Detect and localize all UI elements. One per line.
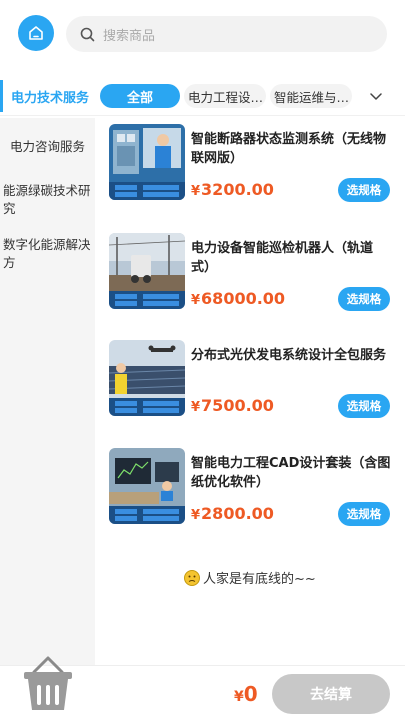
select-spec-button[interactable]: 选规格 bbox=[338, 287, 390, 311]
product-image bbox=[109, 124, 185, 200]
search-placeholder: 搜索商品 bbox=[103, 28, 156, 44]
product-item[interactable]: 智能电力工程CAD设计套装（含图纸优化软件） ¥2800.00 选规格 bbox=[95, 448, 405, 528]
sad-face-icon bbox=[184, 569, 200, 586]
chevron-down-icon[interactable] bbox=[368, 88, 384, 104]
search-icon bbox=[80, 27, 95, 41]
sidebar-item-green-carbon[interactable]: 能源绿碳技术研究 bbox=[0, 182, 95, 218]
category-bar: 电力技术服务 全部 电力工程设… 智能运维与… bbox=[0, 76, 405, 116]
list-end-text: 人家是有底线的~~ bbox=[203, 572, 316, 587]
product-name: 智能断路器状态监测系统（无线物联网版） bbox=[191, 132, 387, 166]
tab-power-engineering[interactable]: 电力工程设… bbox=[184, 84, 266, 108]
product-name: 智能电力工程CAD设计套装（含图纸优化软件） bbox=[191, 456, 391, 490]
product-image bbox=[109, 448, 185, 524]
tab-all[interactable]: 全部 bbox=[100, 84, 180, 108]
product-image bbox=[109, 340, 185, 416]
cart-total: ¥0 bbox=[234, 682, 258, 706]
cart-button[interactable] bbox=[20, 654, 76, 714]
list-end-note: 人家是有底线的~~ bbox=[184, 568, 316, 587]
category-sidebar: 电力咨询服务 能源绿碳技术研究 数字化能源解决方 bbox=[0, 118, 95, 665]
product-price: ¥7500.00 bbox=[191, 396, 274, 415]
product-price: ¥68000.00 bbox=[191, 289, 286, 308]
active-category[interactable]: 电力技术服务 bbox=[0, 80, 95, 112]
search-input[interactable]: 搜索商品 bbox=[66, 16, 387, 52]
home-icon bbox=[29, 26, 43, 40]
checkout-button[interactable]: 去结算 bbox=[272, 674, 390, 714]
product-name: 分布式光伏发电系统设计全包服务 bbox=[191, 348, 387, 363]
top-header: 搜索商品 bbox=[0, 0, 405, 68]
product-item[interactable]: 智能断路器状态监测系统（无线物联网版） ¥3200.00 选规格 bbox=[95, 124, 405, 204]
sidebar-item-digital-energy[interactable]: 数字化能源解决方 bbox=[0, 236, 95, 272]
cart-basket-icon bbox=[24, 656, 72, 710]
cart-footer: ¥0 去结算 bbox=[0, 656, 405, 720]
home-button[interactable] bbox=[18, 15, 54, 51]
product-item[interactable]: 分布式光伏发电系统设计全包服务 ¥7500.00 选规格 bbox=[95, 340, 405, 420]
sidebar-item-consulting[interactable]: 电力咨询服务 bbox=[0, 138, 95, 156]
select-spec-button[interactable]: 选规格 bbox=[338, 502, 390, 526]
tab-smart-operations[interactable]: 智能运维与… bbox=[270, 84, 352, 108]
select-spec-button[interactable]: 选规格 bbox=[338, 178, 390, 202]
select-spec-button[interactable]: 选规格 bbox=[338, 394, 390, 418]
product-price: ¥2800.00 bbox=[191, 504, 274, 523]
product-price: ¥3200.00 bbox=[191, 180, 274, 199]
product-item[interactable]: 电力设备智能巡检机器人（轨道式） ¥68000.00 选规格 bbox=[95, 233, 405, 313]
product-name: 电力设备智能巡检机器人（轨道式） bbox=[191, 241, 374, 275]
product-image bbox=[109, 233, 185, 309]
